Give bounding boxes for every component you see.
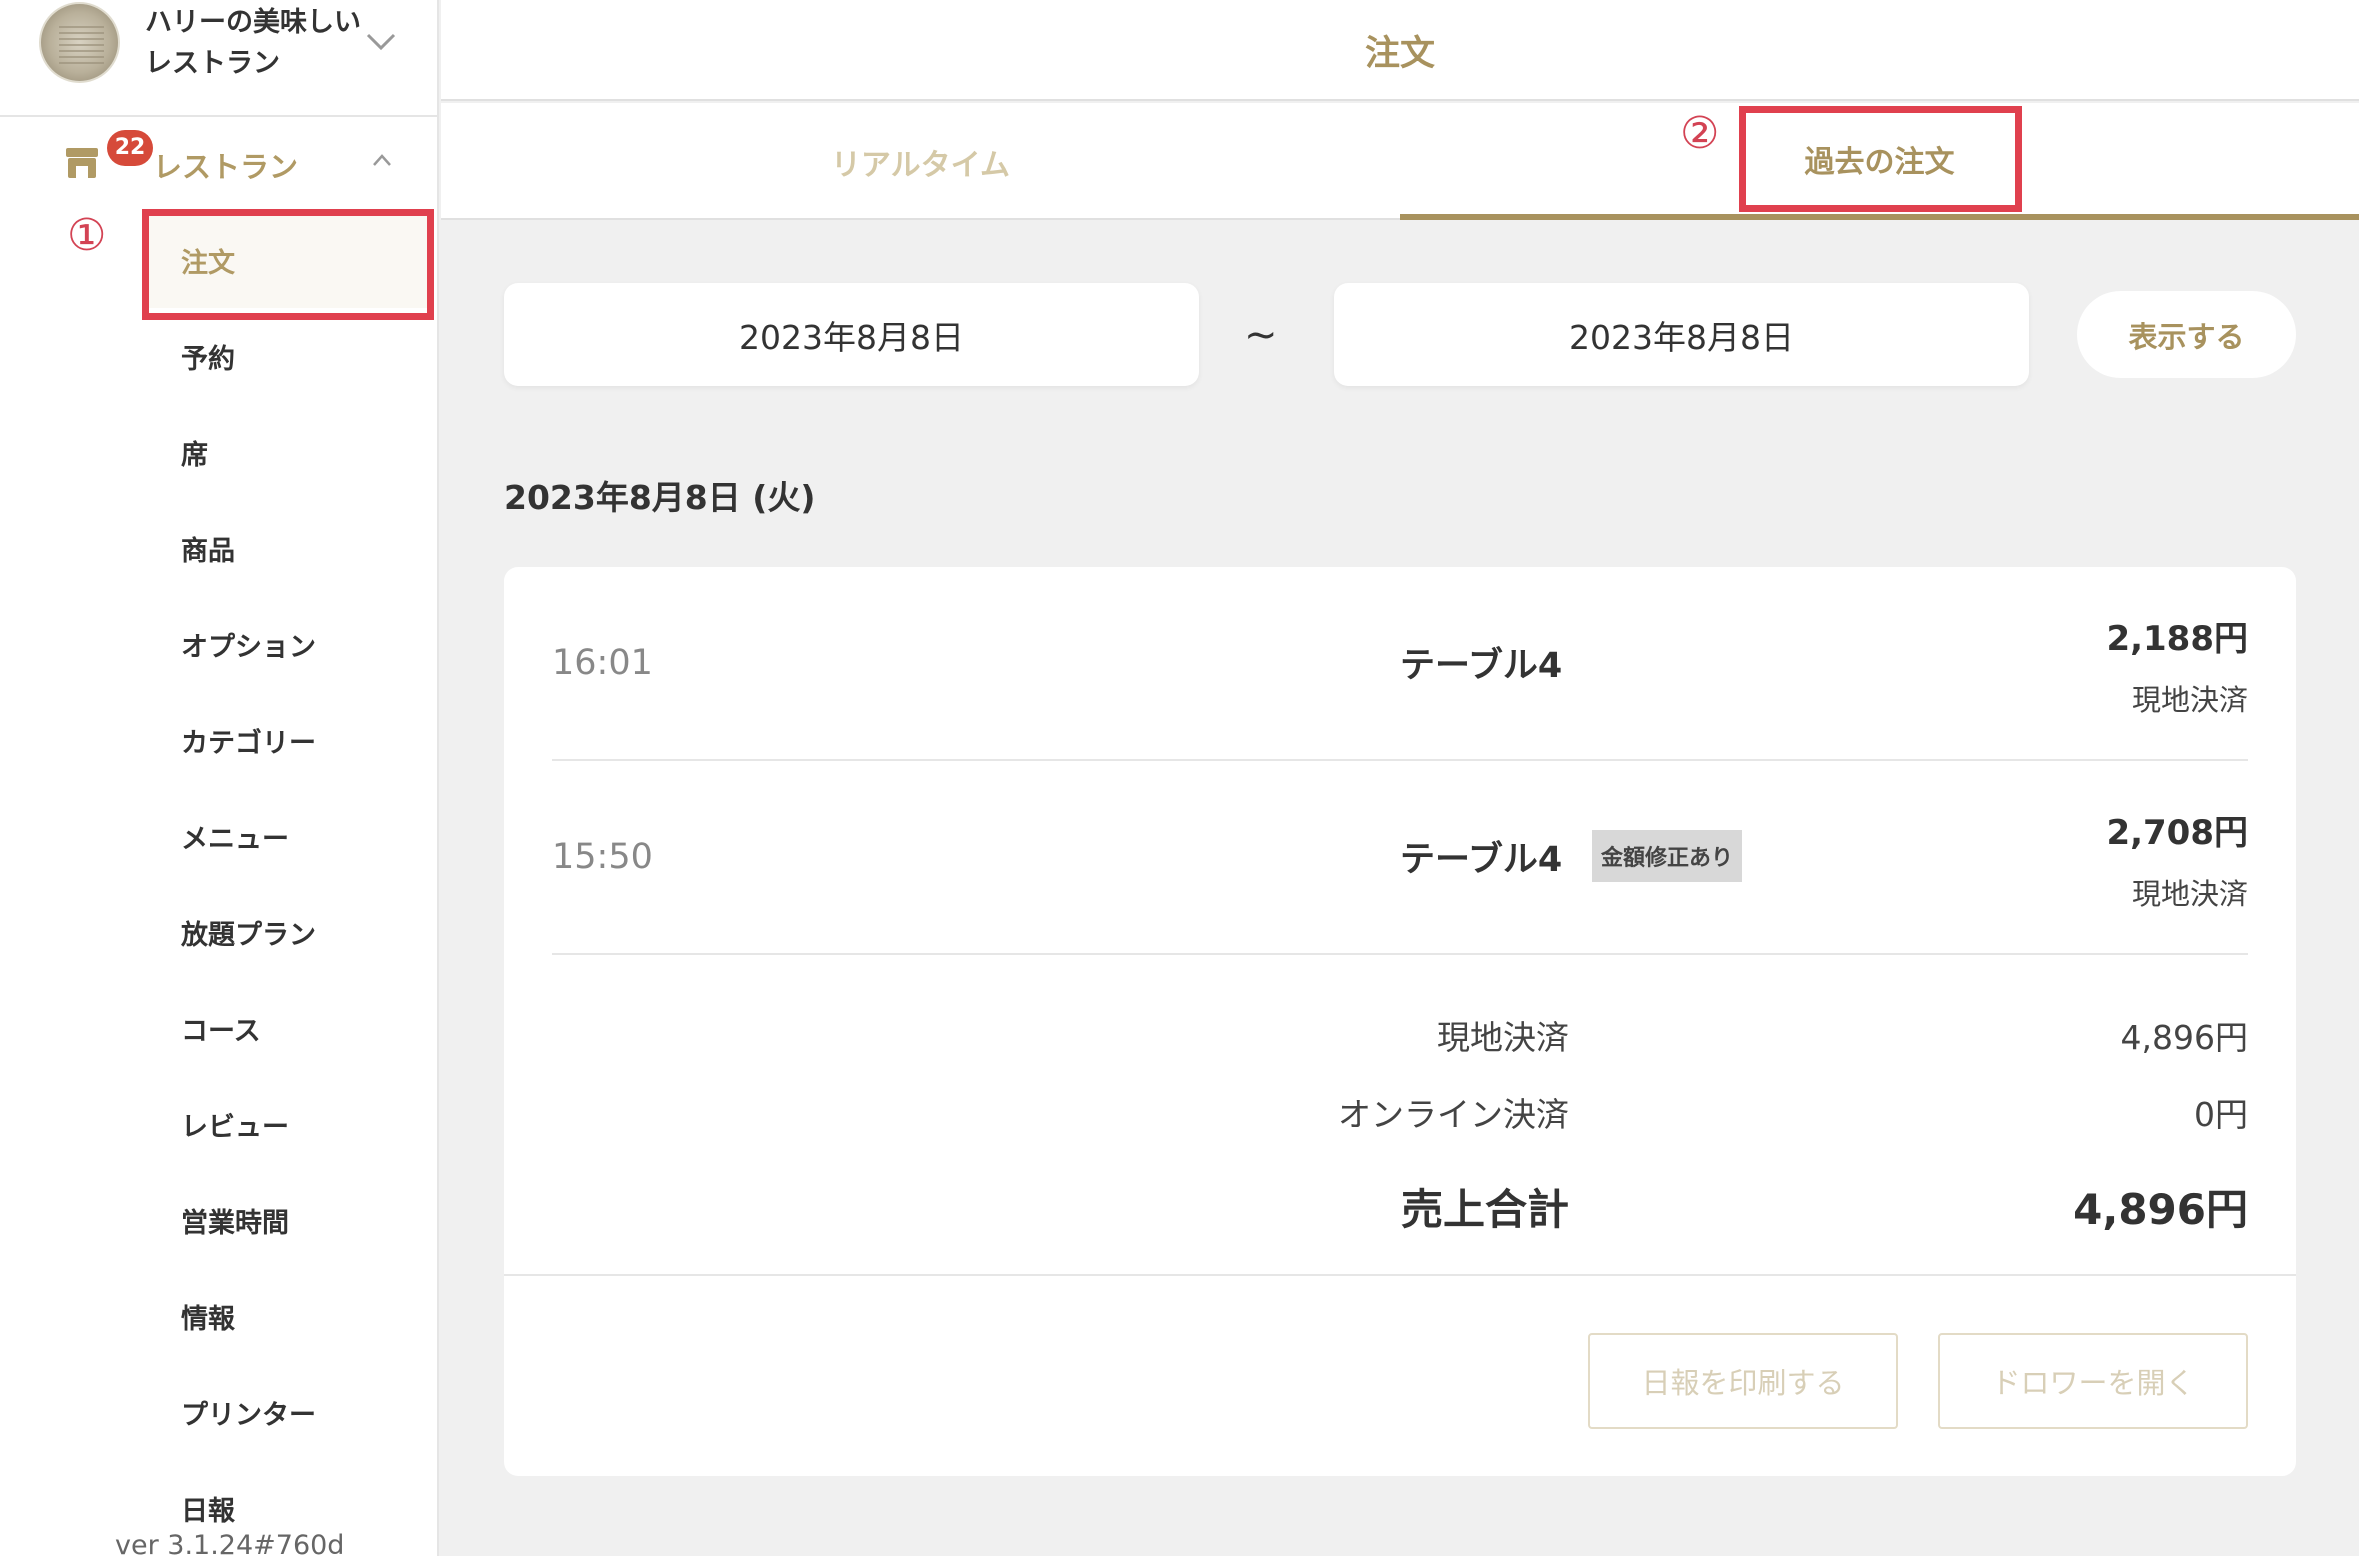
app-version: ver 3.1.24#760d [115,1530,345,1556]
restaurant-name: ハリーの美味しい レストラン [145,7,361,79]
online-payment-value: 0円 [2194,1095,2248,1134]
sidebar-item-courses[interactable]: コース [0,980,437,1076]
order-table: テーブル4 [1400,840,1563,880]
chevron-up-icon[interactable] [370,150,394,170]
sidebar-item-reviews[interactable]: レビュー [0,1076,437,1172]
sales-total-value: 4,896円 [2073,1185,2248,1234]
start-date-picker[interactable]: 2023年8月8日 [504,283,1199,386]
order-amount: 2,188円 [2106,619,2248,659]
sales-total-label: 売上合計 [1400,1185,1569,1234]
open-drawer-button[interactable]: ドロワーを開く [1938,1333,2248,1429]
orders-card: 16:01 テーブル4 2,188円 現地決済 15:50 テーブル4 金額修正… [504,567,2296,1476]
onsite-payment-value: 4,896円 [2120,1018,2248,1057]
order-payment-method: 現地決済 [2131,877,2248,911]
sidebar-item-all-you-can-plans[interactable]: 放題プラン [0,884,437,980]
page-title: 注文 [1364,34,1435,74]
sidebar-item-options[interactable]: オプション [0,596,437,692]
highlight-box-past-orders [1739,106,2022,212]
sidebar-section-label: レストラン [153,150,299,184]
onsite-payment-label: 現地決済 [1437,1018,1569,1057]
end-date-picker[interactable]: 2023年8月8日 [1334,283,2029,386]
sidebar-item-seats[interactable]: 席 [0,404,437,500]
show-button[interactable]: 表示する [2077,291,2296,378]
sidebar-item-menu[interactable]: メニュー [0,788,437,884]
tab-realtime[interactable]: リアルタイム [441,103,1400,220]
top-bar: 注文 [441,0,2359,101]
annotation-number-2: ② [1680,108,1720,159]
sidebar-item-categories[interactable]: カテゴリー [0,692,437,788]
sidebar-item-business-hours[interactable]: 営業時間 [0,1172,437,1268]
sidebar-item-printers[interactable]: プリンター [0,1364,437,1460]
chevron-down-icon[interactable] [364,26,398,56]
online-payment-label: オンライン決済 [1338,1095,1569,1134]
sidebar-item-products[interactable]: 商品 [0,500,437,596]
card-divider [504,1274,2296,1276]
print-daily-report-button[interactable]: 日報を印刷する [1588,1333,1898,1429]
order-amount: 2,708円 [2106,813,2248,853]
order-time: 16:01 [552,643,653,683]
store-icon [66,148,98,178]
order-payment-method: 現地決済 [2131,683,2248,717]
sidebar-item-info[interactable]: 情報 [0,1268,437,1364]
sidebar-item-reservations[interactable]: 予約 [0,308,437,404]
sidebar: ハリーの美味しい レストラン 22 レストラン ① 注文 予約 席 商品 オプシ… [0,0,439,1556]
amount-modified-badge: 金額修正あり [1592,830,1743,882]
date-range-separator: ~ [1244,312,1278,358]
order-time: 15:50 [552,837,653,877]
day-heading: 2023年8月8日 (火) [504,478,816,517]
order-row[interactable]: 16:01 テーブル4 2,188円 現地決済 [552,567,2248,761]
sidebar-section-restaurant[interactable]: 22 レストラン [0,128,437,198]
order-row[interactable]: 15:50 テーブル4 金額修正あり 2,708円 現地決済 [552,761,2248,955]
order-tabs: リアルタイム 過去の注文 [441,103,2359,220]
order-table: テーブル4 [1400,646,1563,686]
restaurant-switcher[interactable]: ハリーの美味しい レストラン [0,0,437,117]
highlight-box-orders [142,209,434,320]
notification-badge: 22 [107,130,153,166]
restaurant-avatar [39,2,120,83]
sidebar-nav: 注文 予約 席 商品 オプション カテゴリー メニュー 放題プラン コース レビ… [0,212,437,1556]
